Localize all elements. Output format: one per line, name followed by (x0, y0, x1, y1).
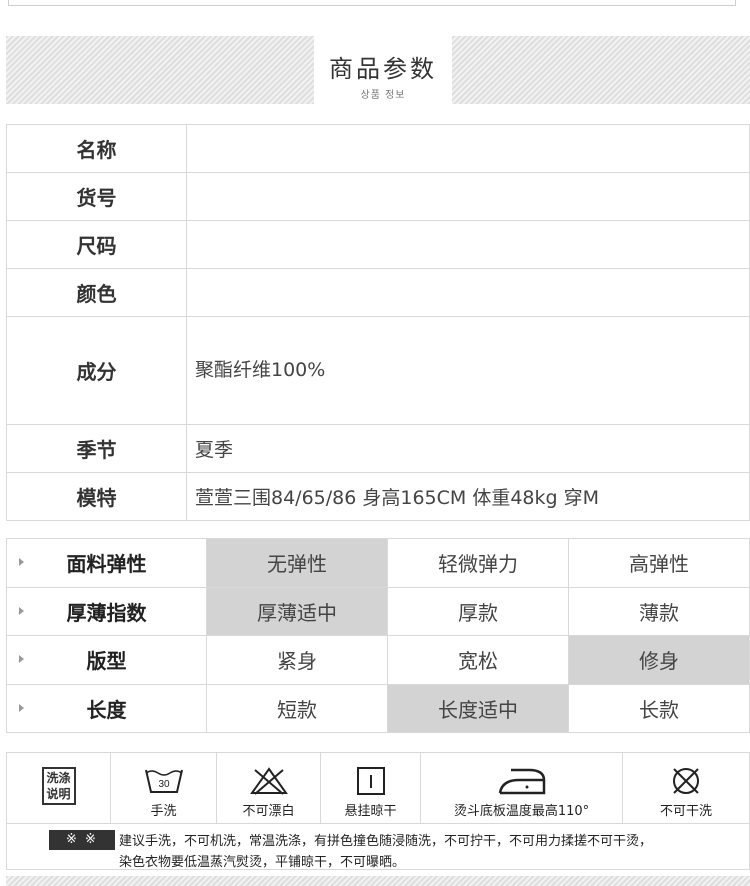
attr-option: 紧身 (206, 635, 388, 685)
attr-name-cell: 面料弹性 (6, 538, 207, 588)
attr-row-length: 长度 短款 长度适中 长款 (6, 683, 750, 733)
info-label: 颜色 (6, 268, 187, 317)
care-label: 手洗 (150, 804, 177, 819)
attr-name: 厚薄指数 (66, 600, 147, 625)
bottom-divider (6, 876, 750, 886)
info-value (186, 172, 750, 221)
info-row-color: 颜色 (6, 268, 750, 317)
attr-name-cell: 版型 (6, 635, 207, 685)
care-note: ※ ※ 建议手洗，不可机洗，常温洗涤，有拼色撞色随浸随洗，不可拧干，不可用力揉搓… (7, 823, 749, 870)
info-label: 名称 (6, 124, 187, 173)
care-item: 不可漂白 (217, 753, 321, 823)
info-value: 聚酯纤维100% (186, 316, 750, 425)
section-title: 商品参数 (329, 55, 437, 83)
attr-name: 版型 (86, 649, 127, 674)
section-subtitle: 상품 정보 (360, 90, 406, 101)
info-label: 季节 (6, 424, 187, 473)
info-value (186, 124, 750, 173)
info-row-name: 名称 (6, 124, 750, 173)
iron-icon (498, 768, 545, 795)
legend-line: 洗涤 (46, 771, 71, 785)
care-label: 悬挂晾干 (344, 804, 397, 819)
info-label: 尺码 (6, 220, 187, 269)
triangle-bullet-icon (19, 655, 24, 663)
care-item: 不可干洗 (623, 753, 749, 823)
attr-option-selected: 无弹性 (206, 538, 388, 588)
info-row-model: 模特 萱萱三围84/65/86 身高165CM 体重48kg 穿M (6, 472, 750, 521)
attr-row-elasticity: 面料弹性 无弹性 轻微弹力 高弹性 (6, 538, 750, 588)
hang-dry-icon (356, 767, 385, 795)
attr-option: 轻微弹力 (387, 538, 569, 588)
care-instructions: 洗涤 说明 30 手洗 不可漂白 悬挂晾干 烫斗底板温度最高110° 不可干洗 … (6, 752, 750, 870)
note-text: 染色衣物要低温蒸汽熨烫，平铺晾干，不可曝晒。 (119, 855, 406, 870)
attr-name-cell: 厚薄指数 (6, 586, 207, 636)
attr-option: 宽松 (387, 635, 569, 685)
info-value (186, 268, 750, 317)
attr-option: 短款 (206, 683, 388, 733)
info-label: 货号 (6, 172, 187, 221)
attr-row-thickness: 厚薄指数 厚薄适中 厚款 薄款 (6, 586, 750, 636)
wash-temp: 30 (158, 779, 170, 790)
attr-name: 面料弹性 (66, 552, 147, 577)
attr-option: 长款 (568, 683, 750, 733)
care-icon-row: 洗涤 说明 30 手洗 不可漂白 悬挂晾干 烫斗底板温度最高110° 不可干洗 (7, 753, 749, 823)
note-badge: ※ ※ (49, 830, 115, 850)
triangle-bullet-icon (19, 558, 24, 566)
attr-option: 高弹性 (568, 538, 750, 588)
info-row-sku: 货号 (6, 172, 750, 221)
attribute-grid: 面料弹性 无弹性 轻微弹力 高弹性 厚薄指数 厚薄适中 厚款 薄款 版型 紧身 … (6, 538, 750, 733)
attr-name-cell: 长度 (6, 683, 207, 733)
care-label: 烫斗底板温度最高110° (453, 804, 590, 819)
no-dry-clean-icon (673, 768, 699, 794)
info-label: 模特 (6, 472, 187, 521)
info-value: 萱萱三围84/65/86 身高165CM 体重48kg 穿M (186, 472, 750, 521)
info-value (186, 220, 750, 269)
triangle-bullet-icon (19, 703, 24, 712)
attr-option-selected: 修身 (568, 635, 750, 685)
info-label: 成分 (6, 316, 187, 425)
attr-option-selected: 厚薄适中 (206, 586, 388, 636)
care-label: 不可干洗 (659, 804, 712, 819)
care-item: 悬挂晾干 (321, 753, 421, 823)
care-label: 不可漂白 (242, 804, 295, 819)
hand-wash-30-icon: 30 (144, 769, 183, 793)
attr-name: 长度 (86, 697, 127, 722)
product-info-table: 名称 货号 尺码 颜色 成分 聚酯纤维100% 季节 夏季 模特 萱萱三围84/… (6, 124, 750, 521)
attr-option: 厚款 (387, 586, 569, 636)
care-item: 30 手洗 (111, 753, 217, 823)
info-row-material: 成分 聚酯纤维100% (6, 316, 750, 425)
section-header: 商品参数 상품 정보 (6, 36, 750, 104)
wash-instructions-icon: 洗涤 说明 (41, 767, 76, 805)
care-item: 烫斗底板温度最高110° (421, 753, 623, 823)
info-value: 夏季 (186, 424, 750, 473)
triangle-bullet-icon (19, 606, 24, 615)
attr-option-selected: 长度适中 (387, 683, 569, 733)
info-row-size: 尺码 (6, 220, 750, 269)
note-text: 建议手洗，不可机洗，常温洗涤，有拼色撞色随浸随洗，不可拧干，不可用力揉搓不可干烫… (119, 834, 653, 849)
legend-line: 说明 (46, 787, 71, 801)
section-header-label: 商品参数 상품 정보 (314, 36, 452, 104)
attr-option: 薄款 (568, 586, 750, 636)
top-frame (8, 0, 736, 6)
care-legend-cell: 洗涤 说明 (7, 753, 111, 823)
info-row-season: 季节 夏季 (6, 424, 750, 473)
no-bleach-icon (249, 767, 288, 795)
attr-row-fit: 版型 紧身 宽松 修身 (6, 635, 750, 685)
